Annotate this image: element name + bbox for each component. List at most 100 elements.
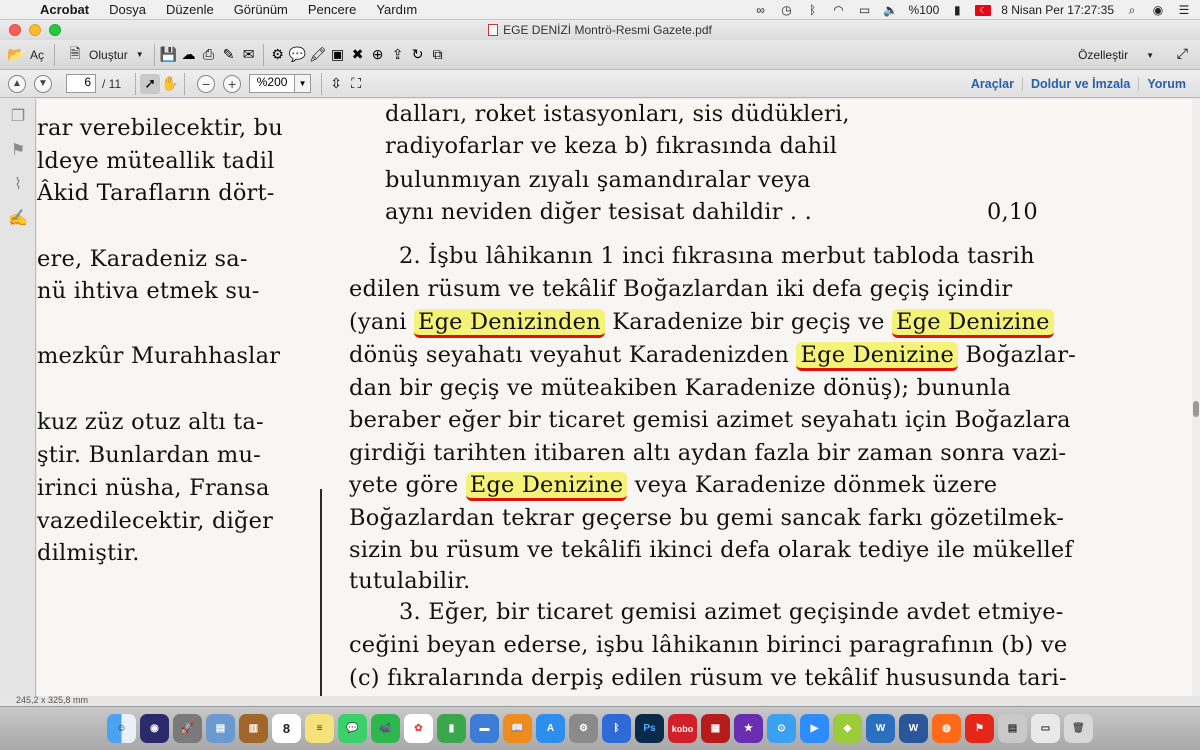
firefox-icon[interactable]: ◍ [932, 714, 961, 743]
menu-view[interactable]: Görünüm [224, 2, 298, 17]
facetime-icon[interactable]: 📹 [371, 714, 400, 743]
email-icon[interactable]: ✉ [239, 45, 259, 65]
zoom-icon[interactable]: ▶ [800, 714, 829, 743]
attachments-icon[interactable]: ⌇ [0, 167, 36, 201]
text-line: vazedilecektir, diğer [37, 508, 274, 534]
battery-percent[interactable]: %100 [909, 3, 940, 17]
turkish-flag-input-icon[interactable]: ☾ [975, 4, 992, 16]
finder-icon[interactable]: ☺ [107, 714, 136, 743]
calendar-icon[interactable]: 8 [272, 714, 301, 743]
close-window-button[interactable] [9, 24, 21, 36]
document-view[interactable]: rar verebilecektir, bu ldeye müteallik t… [37, 99, 1192, 696]
settings-gear-icon[interactable]: ⚙ [268, 45, 288, 65]
volume-icon[interactable]: 🔈 [883, 3, 899, 17]
previous-page-button[interactable]: ▲ [8, 74, 26, 93]
zoom-dropdown-icon[interactable]: ▼ [295, 74, 312, 93]
stamp-icon[interactable]: ▣ [328, 45, 348, 65]
notes-icon[interactable]: ≡ [305, 714, 334, 743]
preview-icon[interactable]: ▤ [206, 714, 235, 743]
kobo-icon[interactable]: kobo [668, 714, 697, 743]
menu-file[interactable]: Dosya [99, 2, 156, 17]
safari-icon[interactable]: ⊙ [767, 714, 796, 743]
writer-icon[interactable]: W [866, 714, 895, 743]
photoshop-icon[interactable]: Ps [635, 714, 664, 743]
photo-booth-icon[interactable]: ▦ [701, 714, 730, 743]
numbers-icon[interactable]: ▮ [437, 714, 466, 743]
dock: ☺ ◉ 🚀 ▤ ▥ 8 ≡ 💬 📹 ✿ ▮ ▬ 📖 A ⚙ ᛒ Ps kobo … [0, 706, 1200, 750]
zoom-in-button[interactable]: + [223, 74, 242, 93]
siri-app-icon[interactable]: ◉ [140, 714, 169, 743]
bookmarks-icon[interactable]: ⚑ [0, 133, 36, 167]
rotate-page-icon[interactable]: ↻ [408, 45, 428, 65]
zoom-out-button[interactable]: − [197, 74, 216, 93]
app-store-icon[interactable]: A [536, 714, 565, 743]
scrollbar-thumb[interactable] [1193, 401, 1199, 417]
text-line: kuz züz otuz altı ta- [37, 409, 264, 435]
messages-icon[interactable]: 💬 [338, 714, 367, 743]
highlighted-term[interactable]: Ege Denizine [465, 472, 628, 501]
highlighted-term[interactable]: Ege Denizinden [413, 309, 605, 338]
delete-page-icon[interactable]: ✖ [348, 45, 368, 65]
acrobat-icon[interactable]: ⚑ [965, 714, 994, 743]
menu-window[interactable]: Pencere [298, 2, 366, 17]
combine-icon[interactable]: ⧉ [428, 45, 448, 65]
signatures-icon[interactable]: ✍ [0, 201, 36, 235]
bluetooth-app-icon[interactable]: ᛒ [602, 714, 631, 743]
expand-icon[interactable]: ⤢ [1177, 45, 1188, 62]
photos-icon[interactable]: ✿ [404, 714, 433, 743]
save-icon[interactable]: 💾 [159, 45, 179, 65]
notebook-icon[interactable]: ▥ [239, 714, 268, 743]
edit-icon[interactable]: ✎ [219, 45, 239, 65]
time-machine-icon[interactable]: ◷ [779, 3, 795, 17]
page-thumbnails-icon[interactable]: ❐ [0, 99, 36, 133]
page-number-input[interactable]: 6 [66, 74, 96, 93]
upload-cloud-icon[interactable]: ☁ [179, 45, 199, 65]
menubar-clock[interactable]: 8 Nisan Per 17:27:35 [1001, 3, 1114, 17]
siri-icon[interactable]: ◉ [1150, 3, 1166, 17]
keynote-icon[interactable]: ▬ [470, 714, 499, 743]
bluetooth-icon[interactable]: ᛒ [805, 3, 821, 17]
spotlight-icon[interactable]: ⌕ [1124, 3, 1140, 17]
highlighted-term[interactable]: Ege Denizine [796, 342, 959, 371]
notification-center-icon[interactable]: ☰ [1176, 3, 1192, 17]
zoom-window-button[interactable] [49, 24, 61, 36]
menu-edit[interactable]: Düzenle [156, 2, 224, 17]
text-line: nü ihtiva etmek su- [37, 278, 260, 304]
menu-help[interactable]: Yardım [366, 2, 427, 17]
open-button[interactable]: 📂 Aç [0, 44, 50, 66]
android-file-transfer-icon[interactable]: ◆ [833, 714, 862, 743]
create-button[interactable]: 🗎 Oluştur ▼ [59, 44, 150, 66]
zoom-input[interactable]: %200 [249, 74, 296, 93]
minimize-window-button[interactable] [29, 24, 41, 36]
next-page-button[interactable]: ▼ [34, 74, 52, 93]
launchpad-icon[interactable]: 🚀 [173, 714, 202, 743]
highlighted-term[interactable]: Ege Denizine [892, 309, 1054, 338]
comment-icon[interactable]: 💬 [288, 45, 308, 65]
print-icon[interactable]: ⎙ [199, 45, 219, 65]
creative-cloud-icon[interactable]: ∞ [753, 3, 769, 17]
underlined-suffix: inden [535, 309, 601, 335]
trash-icon[interactable]: 🗑 [1064, 714, 1093, 743]
word-icon[interactable]: W [899, 714, 928, 743]
select-cursor-icon[interactable]: ➚ [140, 73, 161, 94]
battery-icon[interactable]: ▮ [949, 3, 965, 17]
fill-sign-link[interactable]: Doldur ve İmzala [1021, 77, 1138, 91]
documents-stack-icon[interactable]: ▭ [1031, 714, 1060, 743]
tools-link[interactable]: Araçlar [963, 77, 1022, 91]
hand-tool-icon[interactable]: ✋ [160, 74, 180, 94]
full-screen-icon[interactable]: ⛶ [346, 74, 366, 94]
customize-dropdown[interactable]: Özelleştir ▼ [1078, 44, 1154, 66]
comment-link[interactable]: Yorum [1138, 77, 1194, 91]
insert-page-icon[interactable]: ⊕ [368, 45, 388, 65]
vertical-scrollbar[interactable] [1192, 99, 1200, 696]
airplay-icon[interactable]: ▭ [857, 3, 873, 17]
wifi-icon[interactable]: ◠ [831, 3, 847, 17]
highlight-icon[interactable]: 🖍 [308, 45, 328, 65]
downloads-stack-icon[interactable]: ▤ [998, 714, 1027, 743]
menu-app[interactable]: Acrobat [30, 2, 99, 17]
imovie-icon[interactable]: ★ [734, 714, 763, 743]
extract-page-icon[interactable]: ⇪ [388, 45, 408, 65]
fit-page-icon[interactable]: ⇳ [326, 74, 346, 94]
system-preferences-icon[interactable]: ⚙ [569, 714, 598, 743]
books-icon[interactable]: 📖 [503, 714, 532, 743]
